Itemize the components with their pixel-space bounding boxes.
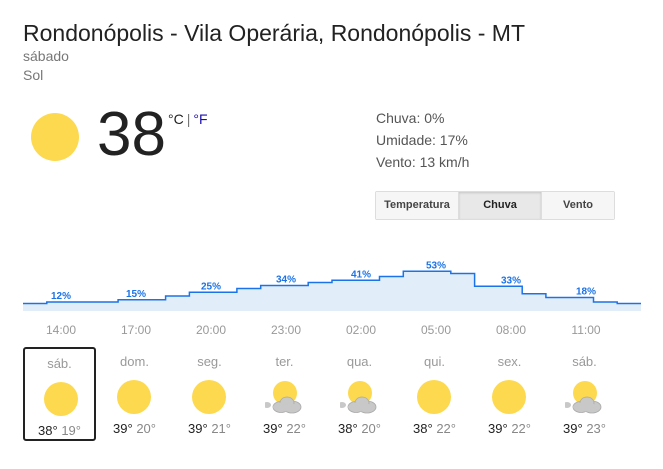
precipitation-chart: 12% 14:00 15% 17:00 25% 20:00 34% 23:00 41% 02:00… [23,260,641,337]
wind: Vento: 13 km/h [376,154,470,170]
forecast-temps: 39° 23° [548,421,621,436]
sun-icon [115,378,153,416]
forecast-low: 22° [436,421,456,436]
forecast-temps: 39° 20° [98,421,171,436]
precip-value-label: 34% [276,275,296,286]
time-tick-label: 02:00 [346,323,376,337]
forecast-low: 22° [511,421,531,436]
forecast-high: 39° [188,421,208,436]
unit-separator: | [186,111,191,127]
precip-value-label: 18% [576,287,596,298]
precip-value-label: 41% [351,269,371,280]
precip-value-label: 12% [51,291,71,302]
forecast-high: 38° [413,421,433,436]
forecast-day-name: qui. [424,354,445,369]
forecast-day-name: seg. [197,354,222,369]
chart-tabs: Temperatura Chuva Vento [375,191,615,220]
forecast-day-name: qua. [346,354,373,369]
forecast-temps: 38° 22° [398,421,471,436]
tab-chuva[interactable]: Chuva [459,192,542,219]
forecast-day[interactable]: ter. 39° 22° [248,347,321,441]
forecast-low: 23° [586,421,606,436]
forecast-day[interactable]: qui. 38° 22° [398,347,471,441]
forecast-day-name: sáb. [47,356,72,371]
rain-chance: Chuva: 0% [376,110,445,126]
time-tick-label: 17:00 [121,323,151,337]
forecast-temps: 38° 19° [25,423,94,438]
forecast-low: 20° [136,421,156,436]
humidity: Umidade: 17% [376,132,468,148]
tab-temperatura[interactable]: Temperatura [376,192,459,219]
forecast-high: 38° [38,423,58,438]
partly-cloudy-icon [263,378,303,416]
location-title: Rondonópolis - Vila Operária, Rondonópol… [23,20,526,46]
sun-icon [490,378,528,416]
forecast-high: 38° [338,421,358,436]
forecast-temps: 38° 20° [323,421,396,436]
forecast-day-name: ter. [275,354,294,369]
forecast-day[interactable]: dom. 39° 20° [98,347,171,441]
sun-icon [42,380,80,418]
partly-cloudy-icon [563,378,603,416]
forecast-day-name: dom. [120,354,149,369]
current-temperature: 38 [97,100,166,169]
forecast-high: 39° [488,421,508,436]
precip-area [23,271,641,311]
forecast-low: 19° [61,423,81,438]
partly-cloudy-icon [338,378,378,416]
time-tick-label: 05:00 [421,323,451,337]
fahrenheit-toggle[interactable]: °F [193,111,207,127]
celsius-toggle[interactable]: °C [168,111,184,127]
unit-toggle: °C | °F [168,111,208,127]
forecast-day[interactable]: sáb. 38° 19° [23,347,96,441]
time-tick-label: 08:00 [496,323,526,337]
sun-icon [31,113,79,161]
forecast-day[interactable]: qua. 38° 20° [323,347,396,441]
precip-value-label: 33% [501,275,521,286]
sun-icon [415,378,453,416]
forecast-day-name: sáb. [572,354,597,369]
precip-value-label: 25% [201,281,221,292]
forecast-day[interactable]: sex. 39° 22° [473,347,546,441]
day-label: sábado [23,48,69,64]
time-tick-label: 11:00 [571,323,600,337]
forecast-temps: 39° 21° [173,421,246,436]
forecast-high: 39° [263,421,283,436]
condition-label: Sol [23,67,44,83]
precip-value-label: 15% [126,289,146,300]
forecast-day[interactable]: seg. 39° 21° [173,347,246,441]
tab-vento[interactable]: Vento [542,192,614,219]
forecast-day-name: sex. [497,354,522,369]
forecast-day[interactable]: sáb. 39° 23° [548,347,621,441]
precip-value-label: 53% [426,260,446,271]
forecast-temps: 39° 22° [248,421,321,436]
time-tick-label: 23:00 [271,323,301,337]
time-tick-label: 14:00 [46,323,76,337]
forecast-low: 20° [361,421,381,436]
forecast-low: 22° [286,421,306,436]
time-tick-label: 20:00 [196,323,226,337]
sun-icon [190,378,228,416]
forecast-temps: 39° 22° [473,421,546,436]
forecast-low: 21° [211,421,231,436]
forecast-high: 39° [563,421,583,436]
forecast-high: 39° [113,421,133,436]
